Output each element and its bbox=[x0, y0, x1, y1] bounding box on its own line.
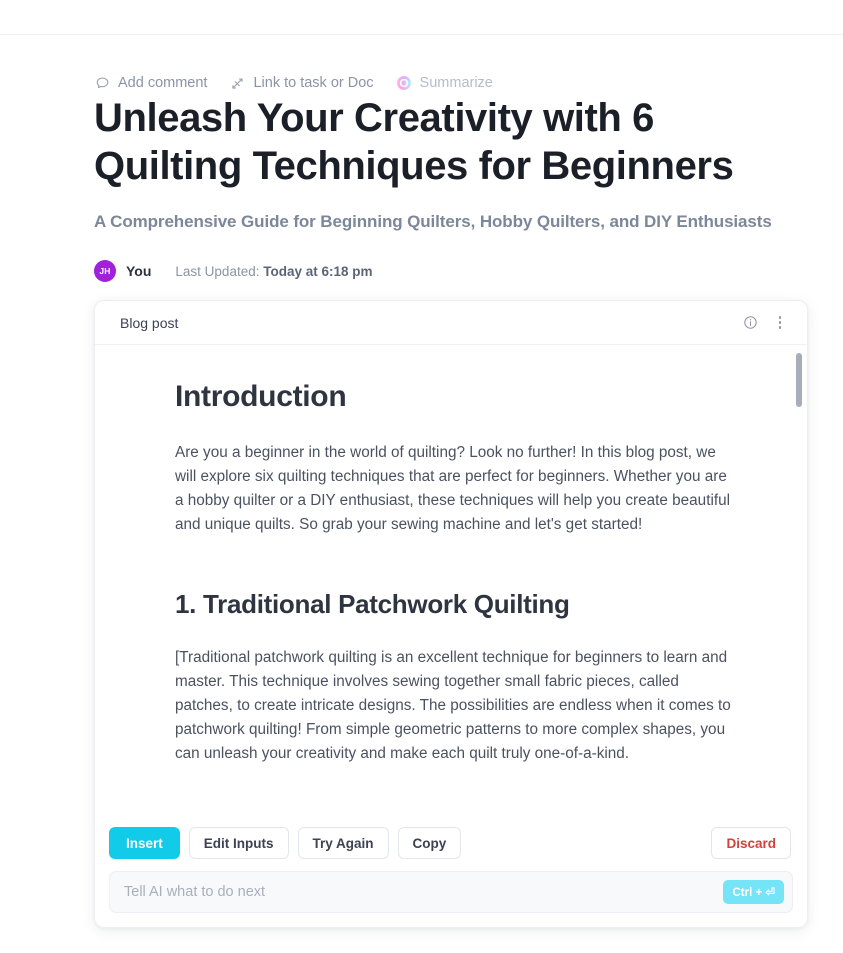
content-paragraph-patchwork: [Traditional patchwork quilting is an ex… bbox=[175, 649, 731, 763]
app-topbar bbox=[0, 0, 843, 35]
summarize-label: Summarize bbox=[419, 74, 493, 91]
info-circle-icon[interactable] bbox=[739, 312, 761, 334]
ai-action-bar: Insert Edit Inputs Try Again Copy Discar… bbox=[95, 817, 807, 872]
kebab-menu-icon[interactable] bbox=[769, 312, 791, 334]
link-arrow-icon bbox=[229, 75, 245, 91]
ai-response-card: Blog post Introduction Are you a beginne… bbox=[94, 300, 808, 929]
copy-button[interactable]: Copy bbox=[397, 827, 462, 860]
page-title[interactable]: Unleash Your Creativity with 6 Quilting … bbox=[94, 95, 754, 190]
content-heading-patchwork: 1. Traditional Patchwork Quilting bbox=[175, 589, 570, 620]
insert-button[interactable]: Insert bbox=[109, 827, 180, 860]
summarize-button[interactable]: Summarize bbox=[396, 75, 493, 91]
discard-button[interactable]: Discard bbox=[711, 827, 791, 860]
last-updated-label: Last Updated: bbox=[175, 263, 260, 279]
comment-icon bbox=[94, 75, 110, 91]
ai-card-content: Introduction Are you a beginner in the w… bbox=[95, 345, 807, 817]
avatar[interactable]: JH bbox=[94, 260, 116, 283]
ai-card-title: Blog post bbox=[120, 314, 179, 331]
doc-action-toolbar: Add comment Link to task or Doc Summariz… bbox=[94, 35, 783, 90]
page-subtitle[interactable]: A Comprehensive Guide for Beginning Quil… bbox=[94, 212, 783, 232]
content-heading-introduction: Introduction bbox=[175, 380, 347, 414]
ai-sparkle-icon bbox=[396, 75, 412, 91]
byline: JH You Last Updated: Today at 6:18 pm bbox=[94, 258, 783, 284]
ai-prompt-bar[interactable]: Ctrl + ⏎ bbox=[109, 871, 793, 914]
submit-shortcut-badge[interactable]: Ctrl + ⏎ bbox=[723, 880, 784, 905]
link-to-task-label: Link to task or Doc bbox=[253, 74, 374, 91]
last-updated: Last Updated: Today at 6:18 pm bbox=[175, 264, 372, 279]
add-comment-label: Add comment bbox=[118, 74, 208, 91]
ai-card-header: Blog post bbox=[95, 301, 807, 346]
add-comment-button[interactable]: Add comment bbox=[94, 75, 207, 91]
card-scrollbar[interactable] bbox=[796, 353, 802, 809]
link-to-task-button[interactable]: Link to task or Doc bbox=[229, 74, 374, 91]
try-again-button[interactable]: Try Again bbox=[297, 827, 389, 860]
document-wrapper: Add comment Link to task or Doc Summariz… bbox=[0, 35, 843, 929]
scrollbar-thumb[interactable] bbox=[796, 353, 802, 408]
content-paragraph-introduction: Are you a beginner in the world of quilt… bbox=[175, 444, 730, 534]
ai-prompt-input[interactable] bbox=[124, 872, 724, 913]
document-page: Add comment Link to task or Doc Summariz… bbox=[0, 35, 843, 953]
edit-inputs-button[interactable]: Edit Inputs bbox=[188, 827, 289, 860]
author-name: You bbox=[126, 263, 152, 280]
last-updated-value: Today at 6:18 pm bbox=[263, 263, 373, 279]
